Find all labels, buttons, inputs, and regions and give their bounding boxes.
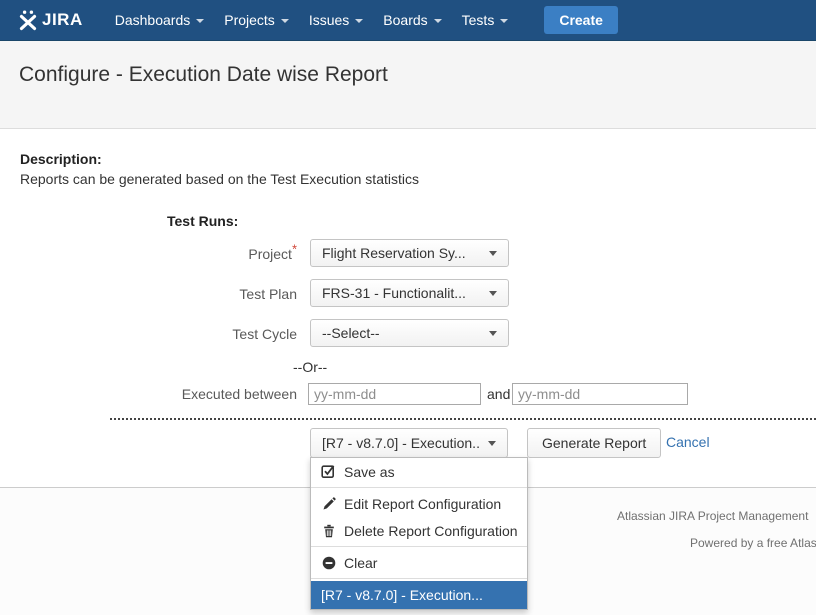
test-runs-section-label: Test Runs:: [167, 213, 238, 229]
menu-item-clear[interactable]: Clear: [311, 549, 527, 576]
nav-item-label: Dashboards: [115, 12, 191, 28]
page-header: Configure - Execution Date wise Report: [0, 41, 816, 129]
or-separator-text: --Or--: [293, 359, 327, 375]
nav-item-label: Issues: [309, 12, 349, 28]
menu-item-label: Delete Report Configuration: [344, 523, 518, 539]
description-text: Reports can be generated based on the Te…: [20, 171, 419, 187]
nav-item-projects[interactable]: Projects: [214, 6, 299, 34]
checkbox-checked-icon: [321, 464, 336, 479]
nav-item-issues[interactable]: Issues: [299, 6, 373, 34]
project-label: Project*: [0, 240, 297, 268]
test-cycle-dropdown[interactable]: --Select--: [310, 319, 509, 347]
minus-circle-icon: [321, 555, 336, 570]
chevron-down-icon: [281, 19, 289, 23]
nav-item-label: Boards: [383, 12, 427, 28]
menu-item-edit-report-configuration[interactable]: Edit Report Configuration: [311, 490, 527, 517]
saved-report-dropdown-value: [R7 - v8.7.0] - Execution...: [322, 435, 480, 451]
nav-item-label: Projects: [224, 12, 275, 28]
executed-between-label: Executed between: [0, 380, 297, 408]
cancel-link[interactable]: Cancel: [666, 434, 710, 450]
test-plan-label: Test Plan: [0, 280, 297, 308]
date-from-input[interactable]: [308, 383, 481, 405]
saved-report-dropdown[interactable]: [R7 - v8.7.0] - Execution...: [310, 428, 508, 458]
description-heading: Description:: [20, 151, 102, 167]
chevron-down-icon: [196, 19, 204, 23]
jira-configure-report-page: JIRA Dashboards Projects Issues Boards T…: [0, 0, 816, 615]
chevron-down-icon: [488, 441, 496, 446]
test-plan-label-text: Test Plan: [239, 286, 297, 302]
chevron-down-icon: [355, 19, 363, 23]
date-to-input[interactable]: [512, 383, 688, 405]
chevron-down-icon: [434, 19, 442, 23]
jira-logo[interactable]: JIRA: [17, 9, 83, 31]
test-plan-dropdown[interactable]: FRS-31 - Functionalit...: [310, 279, 509, 307]
chevron-down-icon: [489, 251, 497, 256]
test-cycle-label: Test Cycle: [0, 320, 297, 348]
menu-item-saved-report-r7[interactable]: [R7 - v8.7.0] - Execution...: [311, 581, 527, 609]
menu-item-label: Save as: [344, 464, 395, 480]
executed-between-label-text: Executed between: [182, 386, 297, 402]
menu-item-delete-report-configuration[interactable]: Delete Report Configuration: [311, 517, 527, 544]
footer-attribution-text: Atlassian JIRA Project Management: [617, 509, 808, 523]
menu-item-save-as[interactable]: Save as: [311, 458, 527, 485]
test-cycle-dropdown-value: --Select--: [322, 325, 380, 341]
page-title: Configure - Execution Date wise Report: [19, 63, 388, 87]
project-dropdown-value: Flight Reservation Sy...: [322, 245, 466, 261]
menu-divider: [311, 487, 527, 488]
test-cycle-label-text: Test Cycle: [232, 326, 297, 342]
menu-item-label: [R7 - v8.7.0] - Execution...: [321, 587, 483, 603]
dashed-separator: [110, 418, 816, 420]
jira-charlie-icon: [17, 9, 39, 31]
nav-menu: Dashboards Projects Issues Boards Tests: [105, 6, 519, 34]
pencil-icon: [321, 496, 336, 511]
footer-powered-by-text: Powered by a free Atlassian: [690, 536, 816, 550]
required-asterisk: *: [292, 241, 297, 256]
project-label-text: Project: [248, 246, 292, 262]
nav-item-dashboards[interactable]: Dashboards: [105, 6, 215, 34]
menu-divider: [311, 578, 527, 579]
nav-item-tests[interactable]: Tests: [452, 6, 519, 34]
and-text: and: [487, 386, 510, 402]
saved-report-menu: Save as Edit Report Configuration: [310, 457, 528, 610]
top-navbar: JIRA Dashboards Projects Issues Boards T…: [0, 0, 816, 41]
create-button[interactable]: Create: [544, 6, 618, 34]
jira-brand-text: JIRA: [42, 10, 83, 30]
chevron-down-icon: [489, 331, 497, 336]
nav-item-boards[interactable]: Boards: [373, 6, 451, 34]
menu-item-label: Clear: [344, 555, 377, 571]
menu-divider: [311, 546, 527, 547]
chevron-down-icon: [489, 291, 497, 296]
nav-item-label: Tests: [462, 12, 495, 28]
test-plan-dropdown-value: FRS-31 - Functionalit...: [322, 285, 466, 301]
generate-report-button[interactable]: Generate Report: [527, 428, 661, 458]
chevron-down-icon: [500, 19, 508, 23]
menu-item-label: Edit Report Configuration: [344, 496, 501, 512]
project-dropdown[interactable]: Flight Reservation Sy...: [310, 239, 509, 267]
trash-icon: [321, 523, 336, 538]
